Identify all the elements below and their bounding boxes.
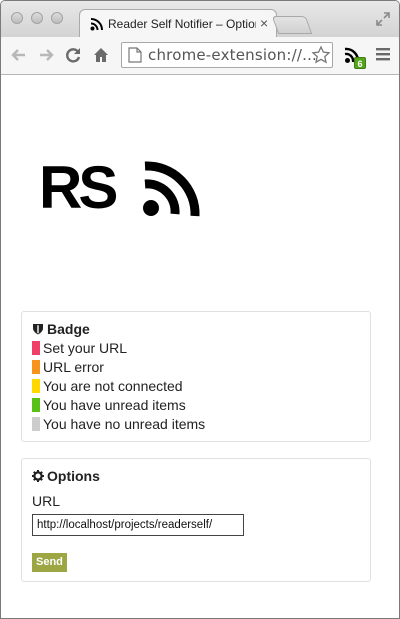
tab-close-icon[interactable]: × (260, 15, 268, 31)
minimize-window-button[interactable] (31, 12, 43, 24)
legend-item: URL error (32, 359, 104, 375)
legend-swatch (32, 379, 40, 393)
legend-swatch (32, 360, 40, 374)
badge-title-text: Badge (47, 321, 90, 337)
badge-panel-title: Badge (32, 321, 90, 337)
legend-item: You have no unread items (32, 416, 205, 432)
legend-label: URL error (43, 359, 104, 375)
reader-self-logo: RS (39, 158, 203, 218)
legend-label: You have no unread items (43, 416, 206, 432)
address-bar[interactable]: chrome-extension://... (121, 42, 333, 68)
browser-toolbar: chrome-extension://... (1, 37, 399, 75)
legend-label: You have unread items (43, 397, 186, 413)
badge-panel: Badge Set your URL URL error You are not… (21, 311, 371, 442)
reload-icon[interactable] (63, 45, 83, 65)
legend-swatch (32, 398, 40, 412)
logo-text: RS (39, 154, 118, 221)
options-panel: Options URL Send (21, 458, 371, 582)
options-title-text: Options (47, 468, 100, 484)
bookmark-star-icon[interactable] (311, 45, 331, 65)
tab-options[interactable]: Reader Self Notifier – Options × (79, 9, 277, 37)
page-icon (128, 47, 142, 63)
url-text: chrome-extension://... (148, 46, 318, 64)
zoom-window-button[interactable] (51, 12, 63, 24)
fullscreen-icon[interactable] (375, 11, 391, 27)
url-input[interactable] (32, 514, 244, 536)
legend-label: You are not connected (43, 378, 183, 394)
send-button[interactable]: Send (32, 553, 67, 572)
rss-icon (90, 18, 103, 31)
forward-arrow-icon[interactable] (36, 45, 56, 65)
shield-icon (33, 324, 43, 335)
rss-logo-icon (143, 161, 200, 217)
url-label: URL (32, 493, 61, 509)
legend-item: Set your URL (32, 340, 127, 356)
options-panel-title: Options (32, 468, 100, 484)
legend-label: Set your URL (43, 340, 128, 356)
title-bar: Reader Self Notifier – Options × (1, 1, 399, 37)
legend-swatch (32, 341, 40, 355)
back-arrow-icon[interactable] (9, 45, 29, 65)
new-tab-button[interactable] (271, 16, 313, 34)
home-icon[interactable] (91, 45, 111, 65)
page-content: RS Badge Set your URL URL error You are … (1, 76, 399, 618)
extension-badge: 6 (354, 57, 366, 69)
gear-icon (32, 470, 44, 482)
tab-title: Reader Self Notifier – Options (108, 17, 256, 31)
legend-item: You are not connected (32, 378, 183, 394)
menu-icon[interactable] (375, 46, 391, 62)
legend-item: You have unread items (32, 397, 186, 413)
legend-swatch (32, 417, 40, 431)
browser-window: Reader Self Notifier – Options × chrome-… (0, 0, 400, 619)
close-window-button[interactable] (11, 12, 23, 24)
